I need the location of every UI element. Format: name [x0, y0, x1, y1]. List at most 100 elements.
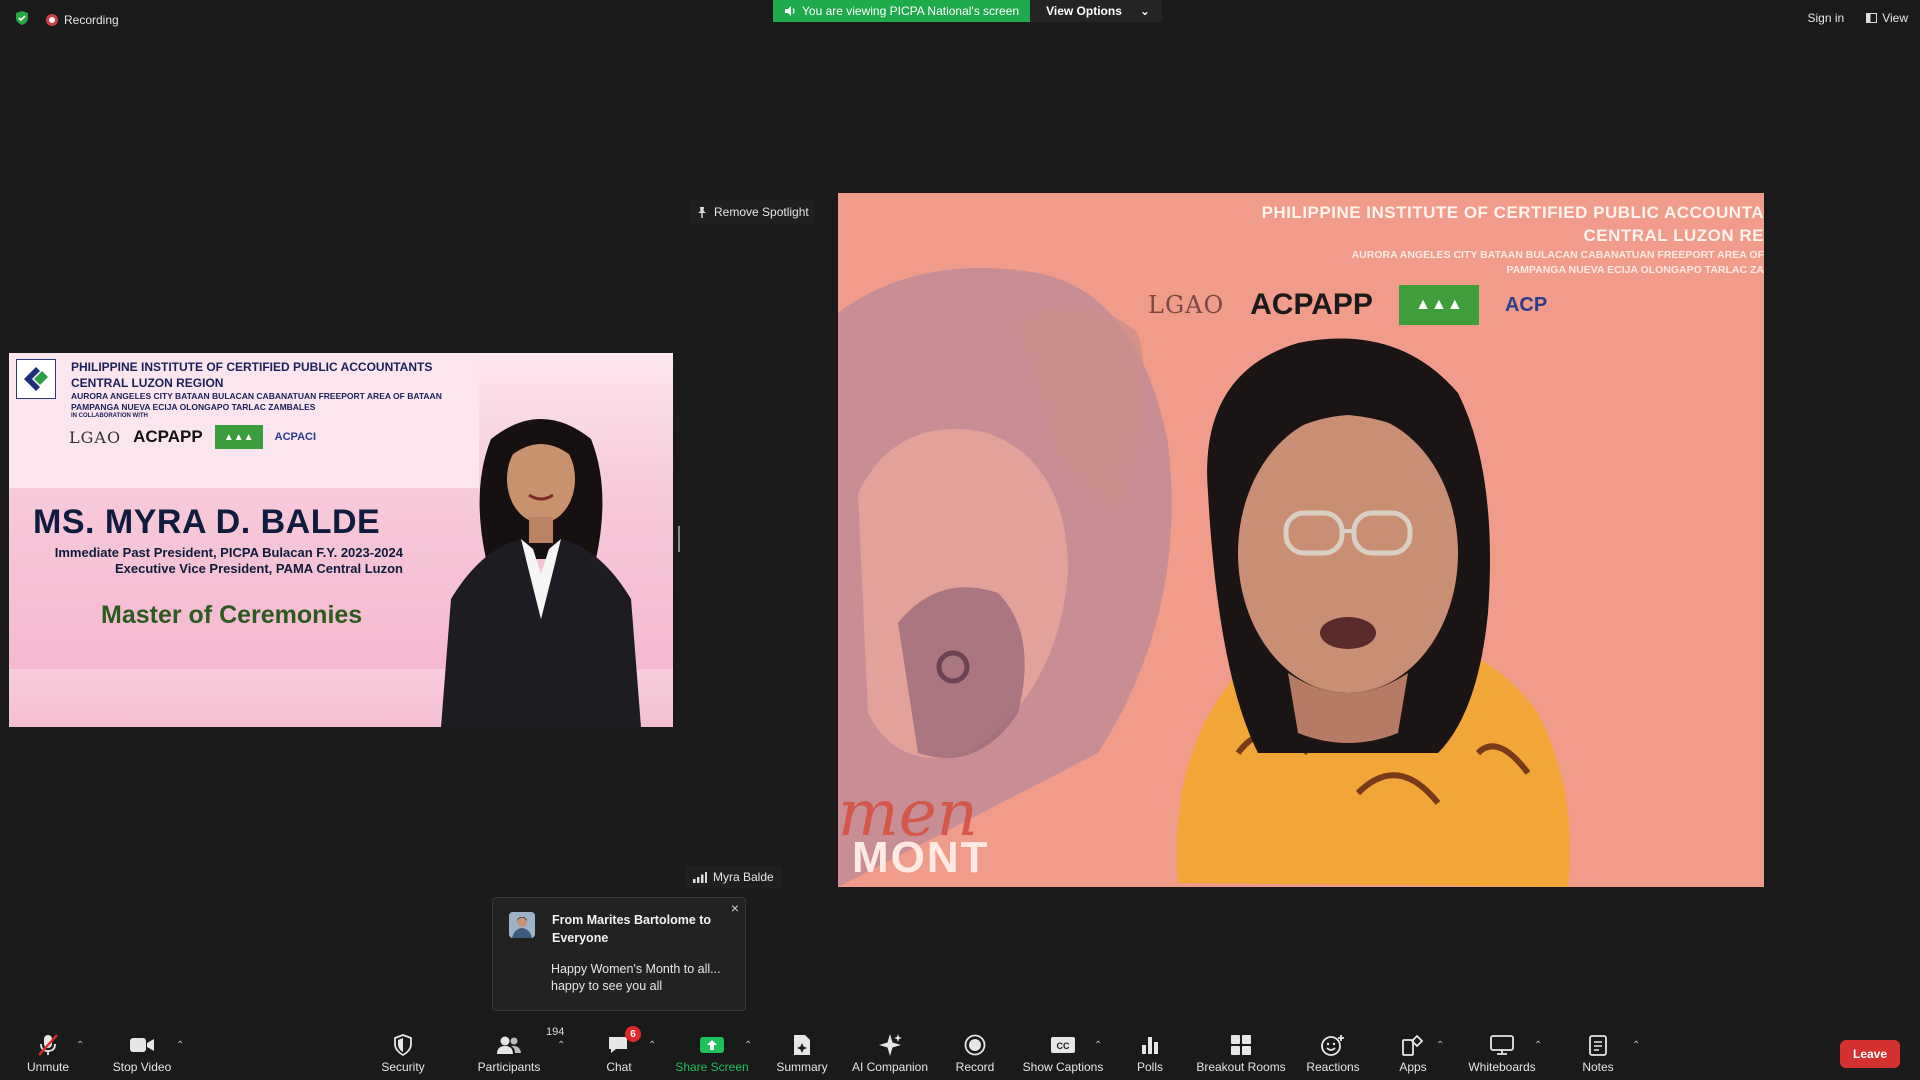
recording-dot-icon [46, 13, 58, 26]
view-button[interactable]: View [1866, 11, 1908, 25]
stop-video-label: Stop Video [112, 1060, 172, 1074]
avatar [509, 912, 535, 938]
recording-label: Recording [64, 12, 119, 27]
ai-companion-button[interactable]: AI Companion [850, 1022, 930, 1080]
acpapp-logo: ACPAPP [133, 427, 203, 446]
smiley-icon [1321, 1030, 1345, 1060]
show-captions-button[interactable]: CC Show Captions [1022, 1022, 1104, 1080]
unmute-button[interactable]: Unmute [20, 1022, 76, 1080]
participants-count: 194 [546, 1026, 565, 1038]
notes-button[interactable]: Notes [1580, 1022, 1616, 1080]
stop-video-button[interactable]: Stop Video [108, 1022, 176, 1080]
view-layout-icon [1866, 13, 1878, 23]
security-label: Security [381, 1060, 425, 1074]
reactions-label: Reactions [1306, 1060, 1360, 1074]
chat-bubble-icon: 6 [607, 1026, 641, 1060]
share-screen-button[interactable]: Share Screen [675, 1022, 749, 1080]
video-partner-logos: LGAO ACPAPP ▲▲▲ ACP [1148, 285, 1547, 325]
closed-captions-icon: CC [1050, 1030, 1076, 1060]
grid-icon [1230, 1030, 1252, 1060]
chat-label: Chat [606, 1060, 632, 1074]
sparkle-icon [878, 1030, 902, 1060]
breakout-rooms-button[interactable]: Breakout Rooms [1196, 1022, 1286, 1080]
video-options-caret-icon[interactable]: ⌃ [176, 1040, 184, 1051]
unmute-label: Unmute [26, 1060, 70, 1074]
summary-button[interactable]: Summary [774, 1022, 830, 1080]
active-speaker-video[interactable]: PHILIPPINE INSTITUTE OF CERTIFIED PUBLIC… [838, 193, 1764, 887]
captions-caret-icon[interactable]: ⌃ [1094, 1040, 1102, 1051]
whiteboards-caret-icon[interactable]: ⌃ [1534, 1040, 1542, 1051]
participants-button[interactable]: 194 Participants [474, 1022, 565, 1080]
whiteboards-button[interactable]: Whiteboards [1466, 1022, 1538, 1080]
pama-logo-icon: ▲▲▲ [214, 425, 263, 449]
chat-button[interactable]: 6 Chat [600, 1022, 641, 1080]
slide-partner-logos: LGAO ACPAPP ▲▲▲ ACPACI [69, 425, 316, 449]
view-options-label: View Options [1046, 4, 1122, 18]
slide-speaker-role2: Executive Vice President, PAMA Central L… [114, 561, 403, 576]
speaker-portrait-image [441, 419, 641, 727]
video-acpaci-logo: ACP [1504, 293, 1548, 316]
summary-document-icon [792, 1030, 812, 1060]
whiteboards-label: Whiteboards [1468, 1060, 1536, 1074]
chevron-down-icon: ⌄ [1139, 4, 1150, 18]
record-button[interactable]: Record [954, 1022, 996, 1080]
participants-label: Participants [477, 1060, 541, 1074]
participant-name-tag: Myra Balde [685, 866, 782, 888]
remove-spotlight-button[interactable]: Remove Spotlight [690, 200, 815, 224]
share-screen-icon [699, 1030, 725, 1060]
video-pama-logo-icon: ▲▲▲ [1398, 285, 1479, 325]
polls-button[interactable]: Polls [1134, 1022, 1166, 1080]
encryption-shield-icon[interactable] [14, 10, 30, 29]
participants-caret-icon[interactable]: ⌃ [557, 1040, 565, 1051]
acpaci-logo: ACPACI [274, 431, 317, 443]
chat-notification-title: From Marites Bartolome to Everyone [552, 913, 712, 945]
record-label: Record [955, 1060, 995, 1074]
viewing-banner: You are viewing PICPA National's screen [773, 0, 1031, 22]
video-camera-icon [129, 1030, 155, 1060]
whiteboard-icon [1490, 1030, 1514, 1060]
close-icon[interactable]: × [731, 900, 739, 916]
shared-slide-tile[interactable]: PHILIPPINE INSTITUTE OF CERTIFIED PUBLIC… [9, 353, 673, 727]
apps-label: Apps [1399, 1060, 1427, 1074]
meeting-window: Recording You are viewing PICPA National… [0, 0, 1920, 1080]
security-button[interactable]: Security [378, 1022, 428, 1080]
picpa-logo-icon [16, 359, 56, 399]
apps-caret-icon[interactable]: ⌃ [1436, 1040, 1444, 1051]
slide-speaker-role1: Immediate Past President, PICPA Bulacan … [54, 545, 403, 560]
video-lgao-logo: LGAO [1148, 291, 1225, 319]
view-options-button[interactable]: View Options ⌄ [1030, 0, 1162, 22]
chat-notification-message: Happy Women's Month to all... happy to s… [551, 962, 721, 993]
share-caret-icon[interactable]: ⌃ [744, 1040, 752, 1051]
pin-icon [698, 206, 706, 218]
video-background-mont-text: MONT [852, 833, 990, 882]
video-banner-title2: CENTRAL LUZON RE [1583, 226, 1764, 245]
lgao-logo: LGAO [69, 427, 122, 447]
slide-master-of-ceremonies: Master of Ceremonies [101, 601, 363, 629]
remove-spotlight-label: Remove Spotlight [714, 205, 809, 219]
top-right-controls: Sign in View [1808, 11, 1909, 25]
reactions-button[interactable]: Reactions [1304, 1022, 1362, 1080]
notes-icon [1588, 1030, 1608, 1060]
viewing-banner-text: You are viewing PICPA National's screen [802, 4, 1020, 18]
apps-button[interactable]: Apps [1396, 1022, 1430, 1080]
participant-name: Myra Balde [713, 870, 774, 884]
chat-notification[interactable]: From Marites Bartolome to Everyone Happy… [492, 897, 746, 1011]
notes-label: Notes [1582, 1060, 1614, 1074]
slide-org-line2: CENTRAL LUZON REGION [71, 376, 224, 390]
tile-resize-handle[interactable] [678, 526, 680, 552]
ai-companion-label: AI Companion [851, 1060, 929, 1074]
sign-in-button[interactable]: Sign in [1808, 11, 1845, 25]
recording-indicator[interactable]: Recording [46, 13, 119, 27]
video-banner-chapters: AURORA ANGELES CITY BATAAN BULACAN CABAN… [1164, 248, 1764, 278]
breakout-rooms-label: Breakout Rooms [1196, 1060, 1286, 1074]
slide-org-line1: PHILIPPINE INSTITUTE OF CERTIFIED PUBLIC… [71, 360, 433, 374]
record-icon [964, 1030, 986, 1060]
chat-caret-icon[interactable]: ⌃ [648, 1040, 656, 1051]
leave-button[interactable]: Leave [1840, 1040, 1900, 1068]
notes-caret-icon[interactable]: ⌃ [1632, 1040, 1640, 1051]
audio-options-caret-icon[interactable]: ⌃ [76, 1040, 84, 1051]
slide-speaker-name: MS. MYRA D. BALDE [33, 503, 381, 541]
screen-share-banner: You are viewing PICPA National's screen … [773, 0, 1162, 22]
svg-text:CC: CC [1057, 1041, 1070, 1051]
show-captions-label: Show Captions [1022, 1060, 1104, 1074]
